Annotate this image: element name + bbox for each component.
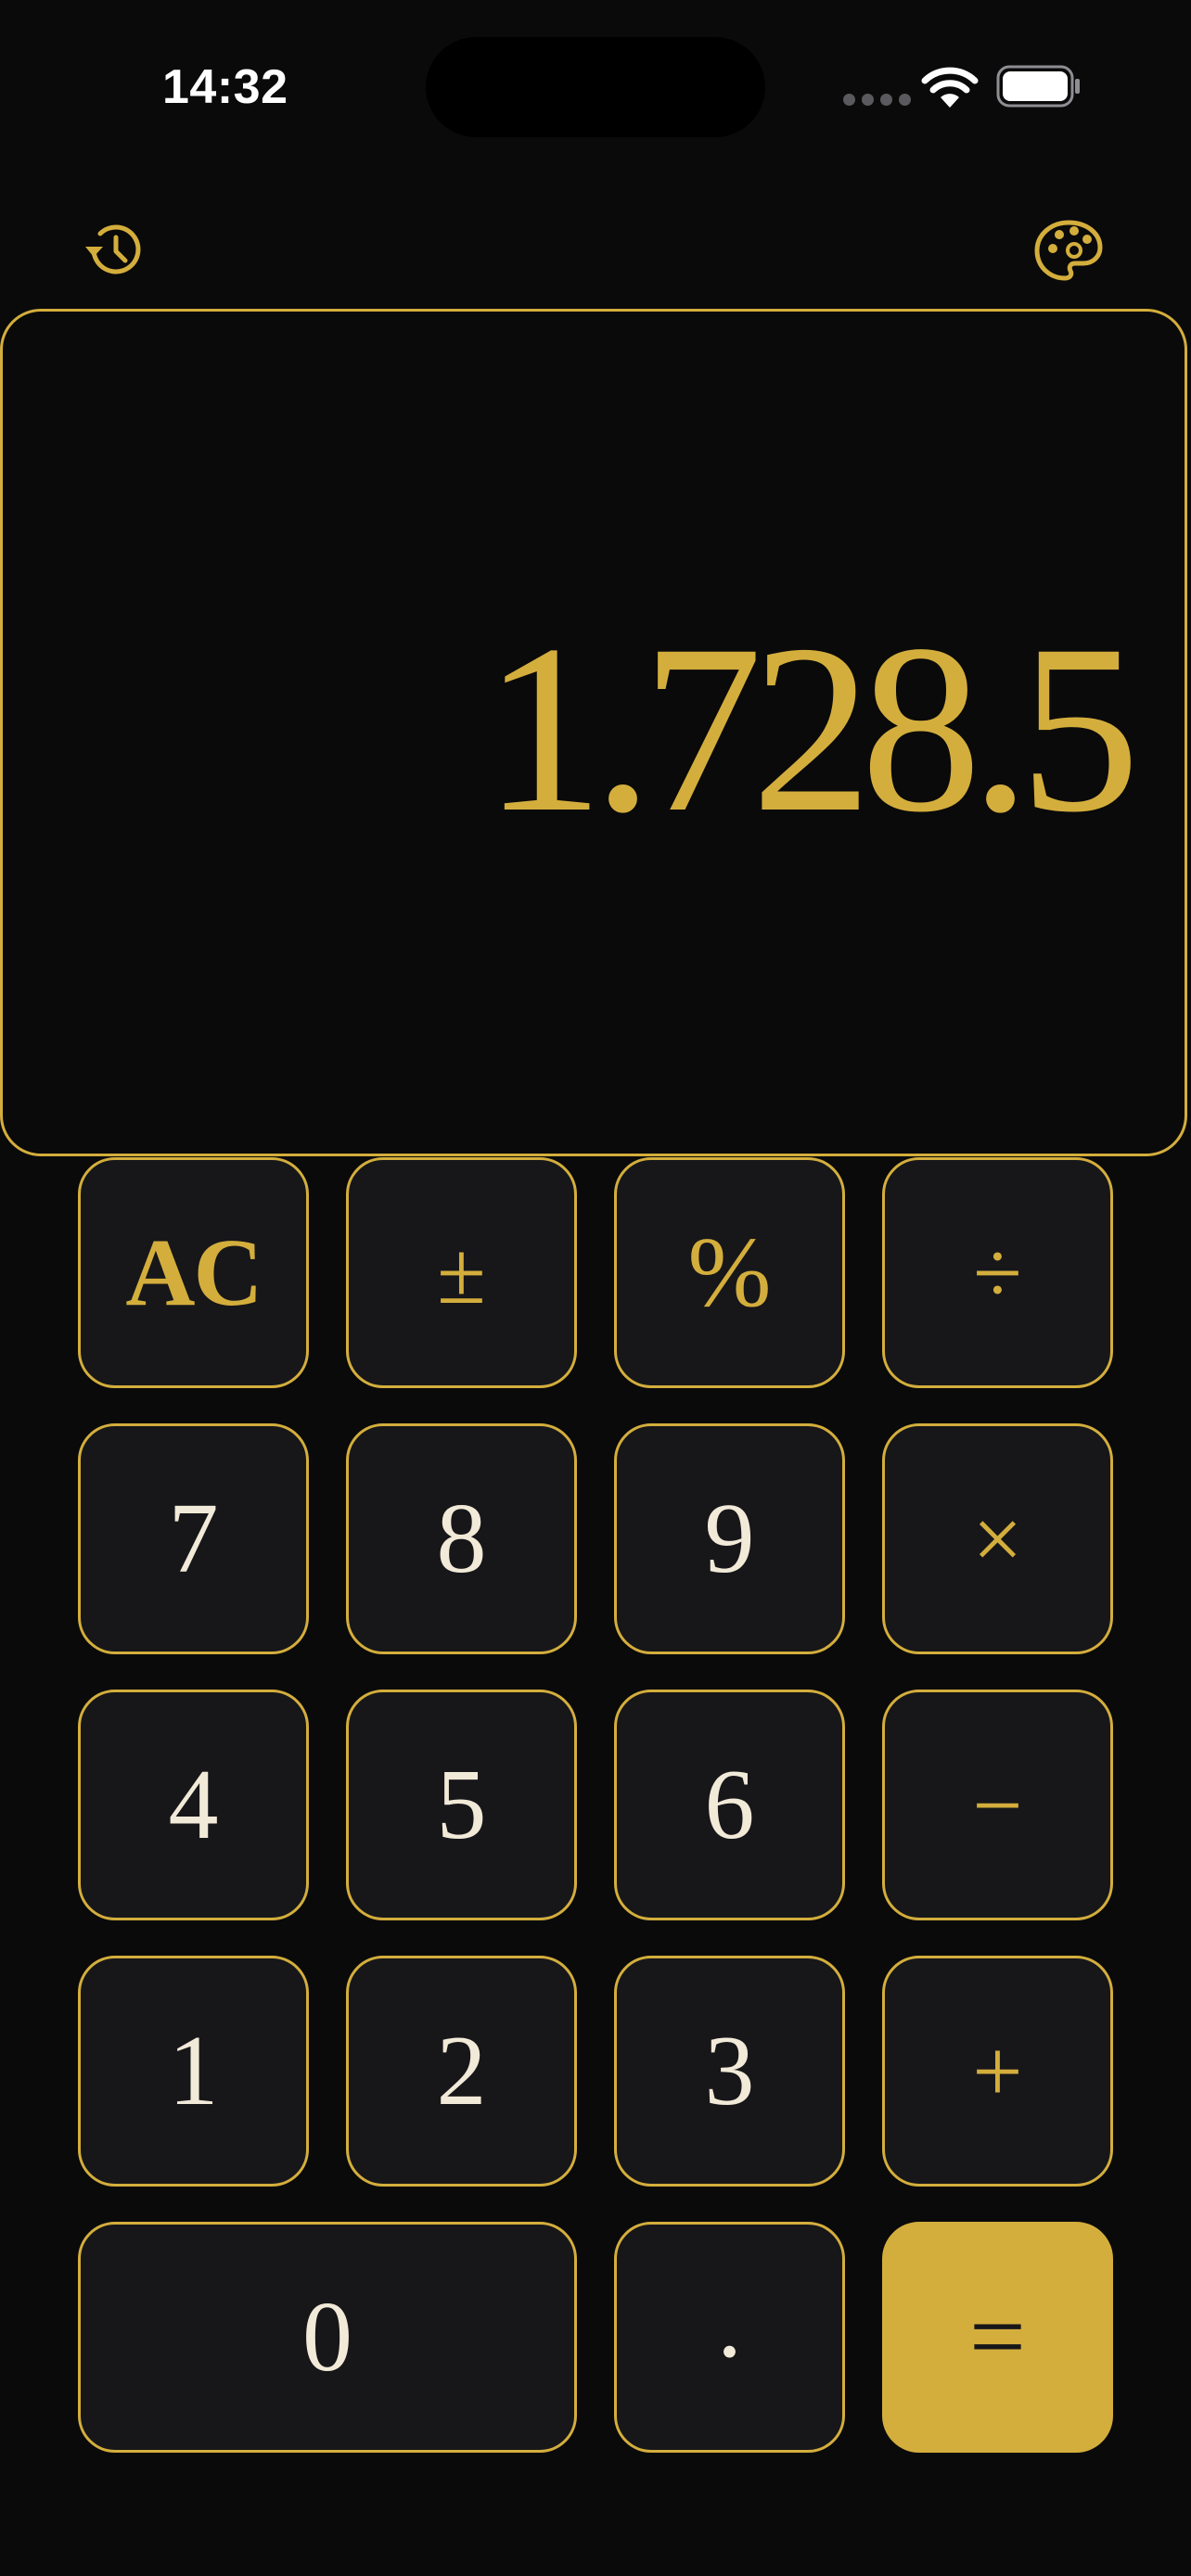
percent-button[interactable]: % — [614, 1157, 845, 1388]
palette-icon — [1034, 220, 1103, 281]
digit-8-button[interactable]: 8 — [346, 1423, 577, 1654]
plus-button[interactable]: + — [882, 1956, 1113, 2187]
history-button[interactable] — [76, 211, 154, 289]
digit-4-button[interactable]: 4 — [78, 1690, 309, 1920]
display-value: 1.728.5 — [483, 595, 1140, 862]
digit-0-button[interactable]: 0 — [78, 2222, 577, 2453]
plus-minus-button[interactable]: ± — [346, 1157, 577, 1388]
digit-3-button[interactable]: 3 — [614, 1956, 845, 2187]
minus-button[interactable]: − — [882, 1690, 1113, 1920]
digit-7-button[interactable]: 7 — [78, 1423, 309, 1654]
history-icon — [85, 224, 141, 274]
battery-icon — [996, 65, 1080, 108]
decimal-button[interactable]: . — [614, 2222, 845, 2453]
status-time: 14:32 — [162, 60, 288, 114]
theme-button[interactable] — [1030, 211, 1108, 289]
digit-6-button[interactable]: 6 — [614, 1690, 845, 1920]
dynamic-island — [426, 37, 765, 137]
digit-9-button[interactable]: 9 — [614, 1423, 845, 1654]
multiply-button[interactable]: × — [882, 1423, 1113, 1654]
clear-button[interactable]: AC — [78, 1157, 309, 1388]
cellular-signal-icon — [843, 94, 911, 106]
wifi-icon — [921, 67, 979, 108]
keypad: AC ± % ÷ 7 8 9 × 4 5 6 − 1 2 3 + 0 . = — [78, 1157, 1113, 2453]
equals-button[interactable]: = — [882, 2222, 1113, 2453]
result-display: 1.728.5 — [0, 309, 1187, 1156]
digit-2-button[interactable]: 2 — [346, 1956, 577, 2187]
divide-button[interactable]: ÷ — [882, 1157, 1113, 1388]
digit-1-button[interactable]: 1 — [78, 1956, 309, 2187]
digit-5-button[interactable]: 5 — [346, 1690, 577, 1920]
